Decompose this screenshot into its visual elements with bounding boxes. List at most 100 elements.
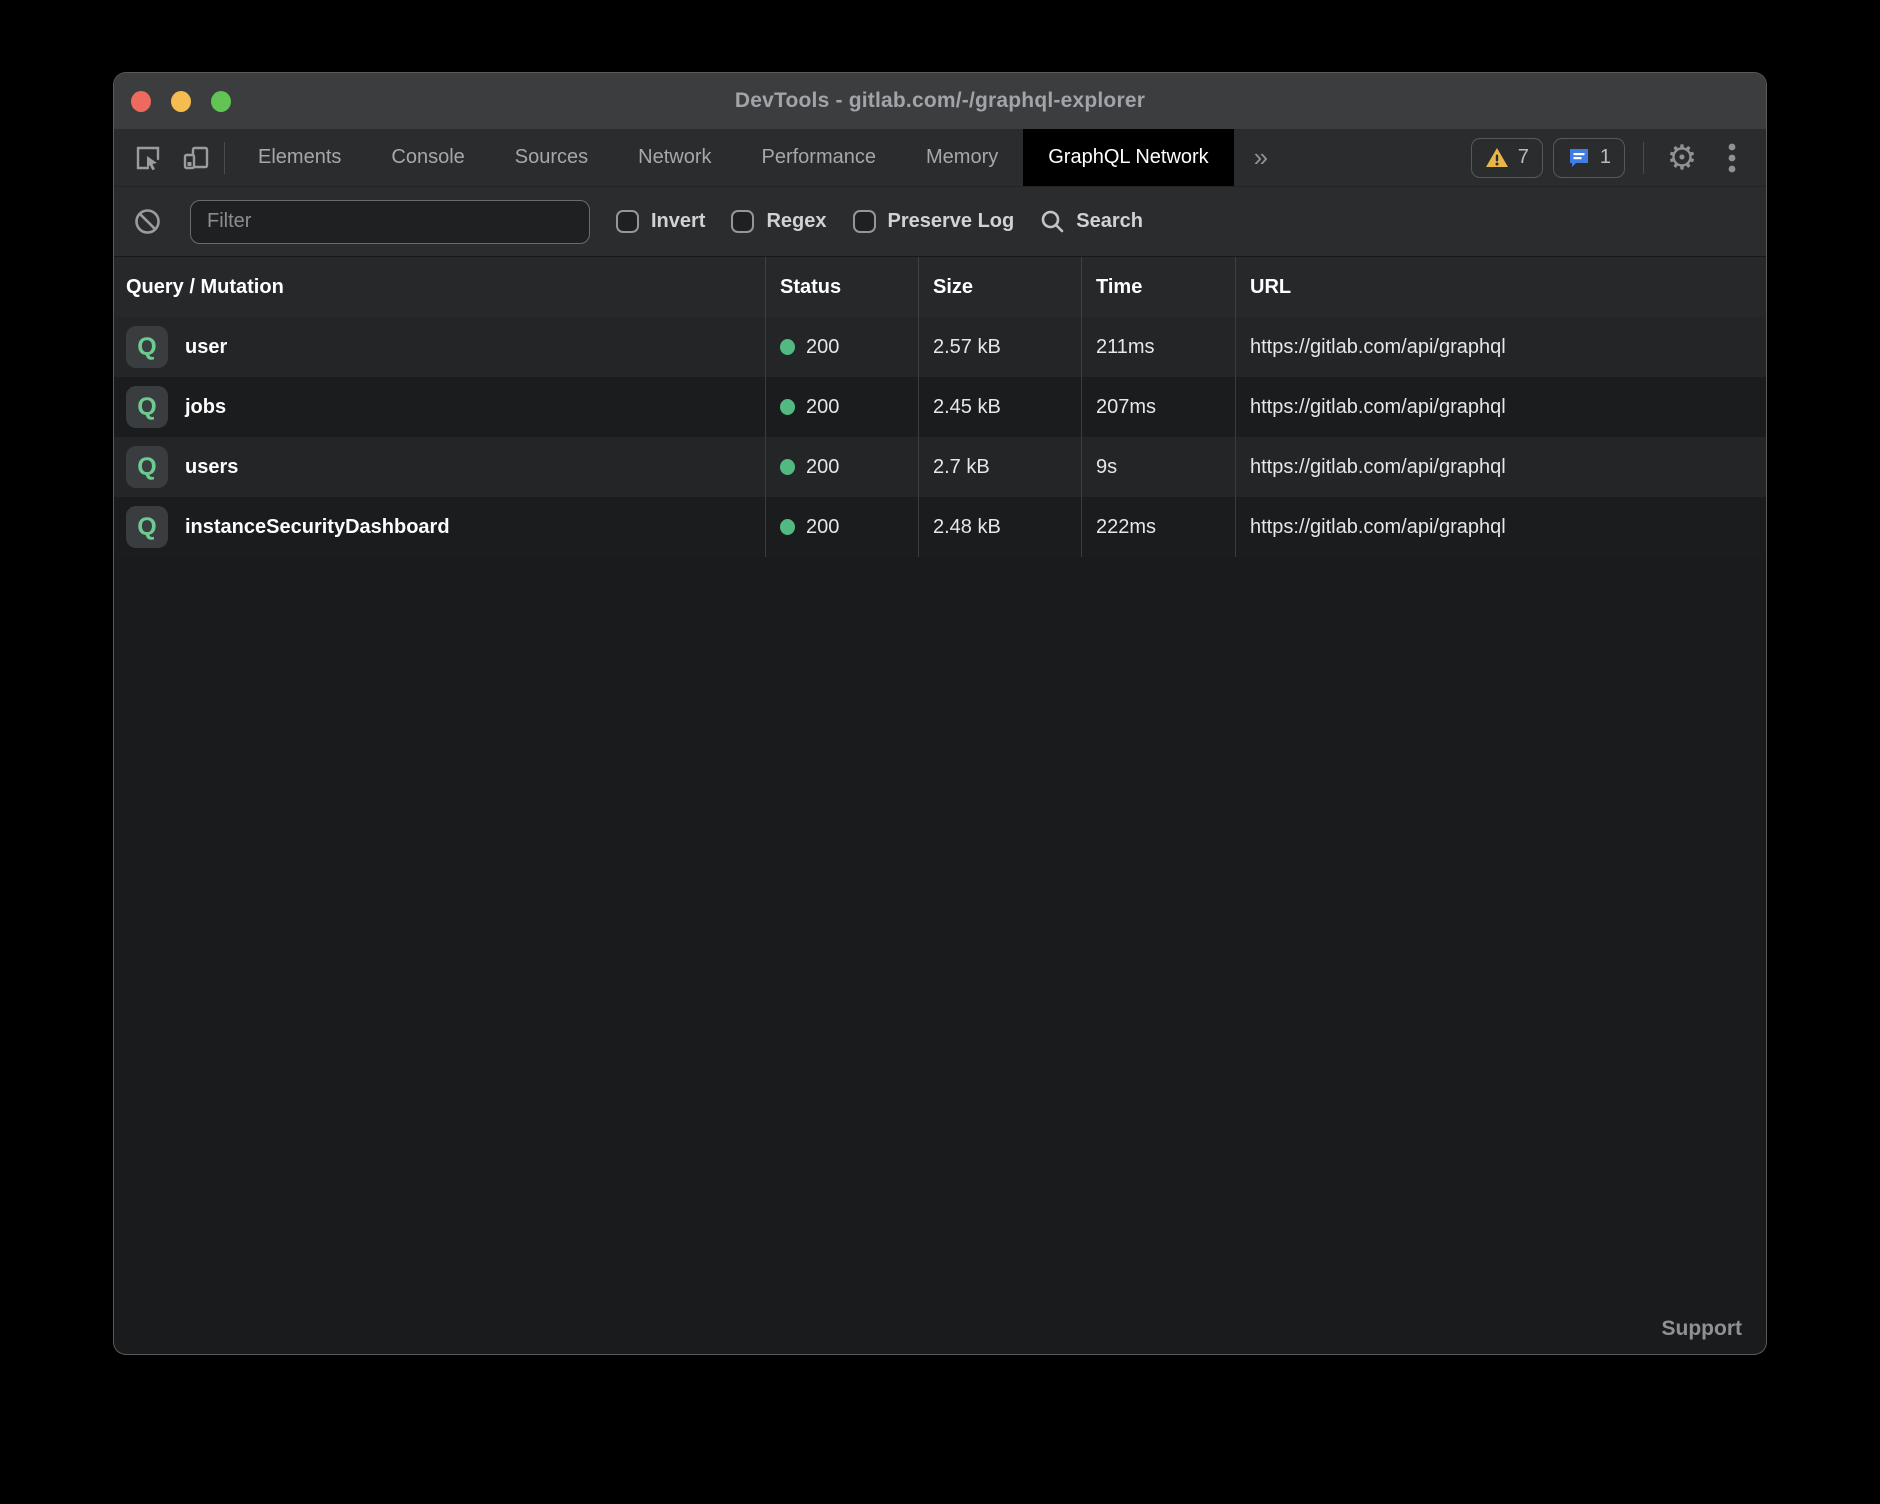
time-cell: 9s <box>1082 437 1236 497</box>
time-cell: 207ms <box>1082 377 1236 437</box>
query-name: instanceSecurityDashboard <box>185 516 450 539</box>
url-cell: https://gitlab.com/api/graphql <box>1236 317 1766 377</box>
requests-table: Query / Mutation Status Size Time URL Q … <box>114 257 1766 557</box>
url-cell: https://gitlab.com/api/graphql <box>1236 377 1766 437</box>
tab-performance[interactable]: Performance <box>737 129 902 186</box>
separator <box>224 142 225 174</box>
request-row[interactable]: Q user 200 2.57 kB 211ms https://gitlab.… <box>114 317 1766 377</box>
warning-triangle-icon <box>1485 147 1509 169</box>
size-value: 2.45 kB <box>933 396 1001 419</box>
filter-input[interactable] <box>190 200 590 244</box>
device-toolbar-icon <box>181 143 211 173</box>
request-row[interactable]: Q instanceSecurityDashboard 200 2.48 kB … <box>114 497 1766 557</box>
url-cell: https://gitlab.com/api/graphql <box>1236 437 1766 497</box>
query-name-cell: Q jobs <box>114 377 766 437</box>
status-cell: 200 <box>766 377 919 437</box>
query-name: jobs <box>185 396 226 419</box>
status-ok-dot <box>780 459 795 475</box>
time-cell: 211ms <box>1082 317 1236 377</box>
url-value: https://gitlab.com/api/graphql <box>1250 396 1506 419</box>
size-cell: 2.48 kB <box>919 497 1082 557</box>
clear-requests-button[interactable] <box>130 205 164 239</box>
time-value: 222ms <box>1096 516 1156 539</box>
separator <box>1643 142 1644 174</box>
query-type-badge: Q <box>126 446 168 488</box>
request-row[interactable]: Q jobs 200 2.45 kB 207ms https://gitlab.… <box>114 377 1766 437</box>
close-window-button[interactable] <box>131 91 151 112</box>
query-type-badge: Q <box>126 386 168 428</box>
size-value: 2.57 kB <box>933 336 1001 359</box>
time-value: 211ms <box>1096 336 1155 359</box>
issues-badge[interactable]: 1 <box>1553 138 1625 178</box>
inspect-cursor-icon <box>134 144 162 172</box>
menu-kebab-button[interactable] <box>1712 138 1752 178</box>
block-icon <box>134 208 161 235</box>
time-value: 207ms <box>1096 396 1156 419</box>
minimize-window-button[interactable] <box>171 91 191 112</box>
checkbox-box <box>731 210 754 233</box>
more-tabs-button[interactable]: » <box>1234 129 1288 186</box>
inspect-element-button[interactable] <box>128 138 168 178</box>
footer: Support <box>1662 1317 1742 1341</box>
devtools-tabbar: Elements Console Sources Network Perform… <box>114 129 1766 187</box>
url-value: https://gitlab.com/api/graphql <box>1250 456 1506 479</box>
query-name: user <box>185 336 227 359</box>
maximize-window-button[interactable] <box>211 91 231 112</box>
traffic-lights <box>131 73 231 129</box>
regex-checkbox[interactable]: Regex <box>731 210 826 233</box>
size-cell: 2.45 kB <box>919 377 1082 437</box>
table-header-row: Query / Mutation Status Size Time URL <box>114 257 1766 317</box>
warning-count: 7 <box>1518 146 1529 169</box>
search-button[interactable]: Search <box>1040 209 1143 234</box>
column-header-time[interactable]: Time <box>1082 257 1236 317</box>
settings-button[interactable]: ⚙ <box>1662 138 1702 178</box>
url-cell: https://gitlab.com/api/graphql <box>1236 497 1766 557</box>
status-cell: 200 <box>766 317 919 377</box>
status-cell: 200 <box>766 497 919 557</box>
status-code: 200 <box>806 336 839 359</box>
tab-network[interactable]: Network <box>613 129 736 186</box>
gear-icon: ⚙ <box>1667 141 1697 175</box>
tab-graphql-network[interactable]: GraphQL Network <box>1023 129 1233 186</box>
chevron-double-right-icon: » <box>1254 142 1268 173</box>
invert-checkbox[interactable]: Invert <box>616 210 705 233</box>
panel-tabs: Elements Console Sources Network Perform… <box>233 129 1234 186</box>
size-cell: 2.7 kB <box>919 437 1082 497</box>
search-icon <box>1040 209 1065 234</box>
kebab-menu-icon <box>1728 142 1736 174</box>
status-ok-dot <box>780 519 795 535</box>
request-row[interactable]: Q users 200 2.7 kB 9s https://gitlab.com… <box>114 437 1766 497</box>
filter-toolbar: Invert Regex Preserve Log Search <box>114 187 1766 257</box>
tab-elements[interactable]: Elements <box>233 129 366 186</box>
size-cell: 2.57 kB <box>919 317 1082 377</box>
size-value: 2.48 kB <box>933 516 1001 539</box>
preserve-log-checkbox[interactable]: Preserve Log <box>853 210 1015 233</box>
query-name-cell: Q user <box>114 317 766 377</box>
column-header-status[interactable]: Status <box>766 257 919 317</box>
status-ok-dot <box>780 339 795 355</box>
column-header-query-mutation[interactable]: Query / Mutation <box>114 257 766 317</box>
device-toolbar-button[interactable] <box>176 138 216 178</box>
issue-count: 1 <box>1600 146 1611 169</box>
size-value: 2.7 kB <box>933 456 990 479</box>
titlebar: DevTools - gitlab.com/-/graphql-explorer <box>114 73 1766 129</box>
checkbox-box <box>853 210 876 233</box>
support-link[interactable]: Support <box>1662 1317 1742 1340</box>
message-bubble-icon <box>1567 146 1591 170</box>
warnings-badge[interactable]: 7 <box>1471 138 1543 178</box>
window-title: DevTools - gitlab.com/-/graphql-explorer <box>735 89 1145 113</box>
tab-memory[interactable]: Memory <box>901 129 1023 186</box>
time-value: 9s <box>1096 456 1117 479</box>
column-header-size[interactable]: Size <box>919 257 1082 317</box>
query-type-badge: Q <box>126 326 168 368</box>
url-value: https://gitlab.com/api/graphql <box>1250 336 1506 359</box>
status-code: 200 <box>806 396 839 419</box>
query-name-cell: Q users <box>114 437 766 497</box>
time-cell: 222ms <box>1082 497 1236 557</box>
tab-sources[interactable]: Sources <box>490 129 613 186</box>
tab-console[interactable]: Console <box>366 129 489 186</box>
query-name: users <box>185 456 238 479</box>
column-header-url[interactable]: URL <box>1236 257 1766 317</box>
query-type-badge: Q <box>126 506 168 548</box>
url-value: https://gitlab.com/api/graphql <box>1250 516 1506 539</box>
